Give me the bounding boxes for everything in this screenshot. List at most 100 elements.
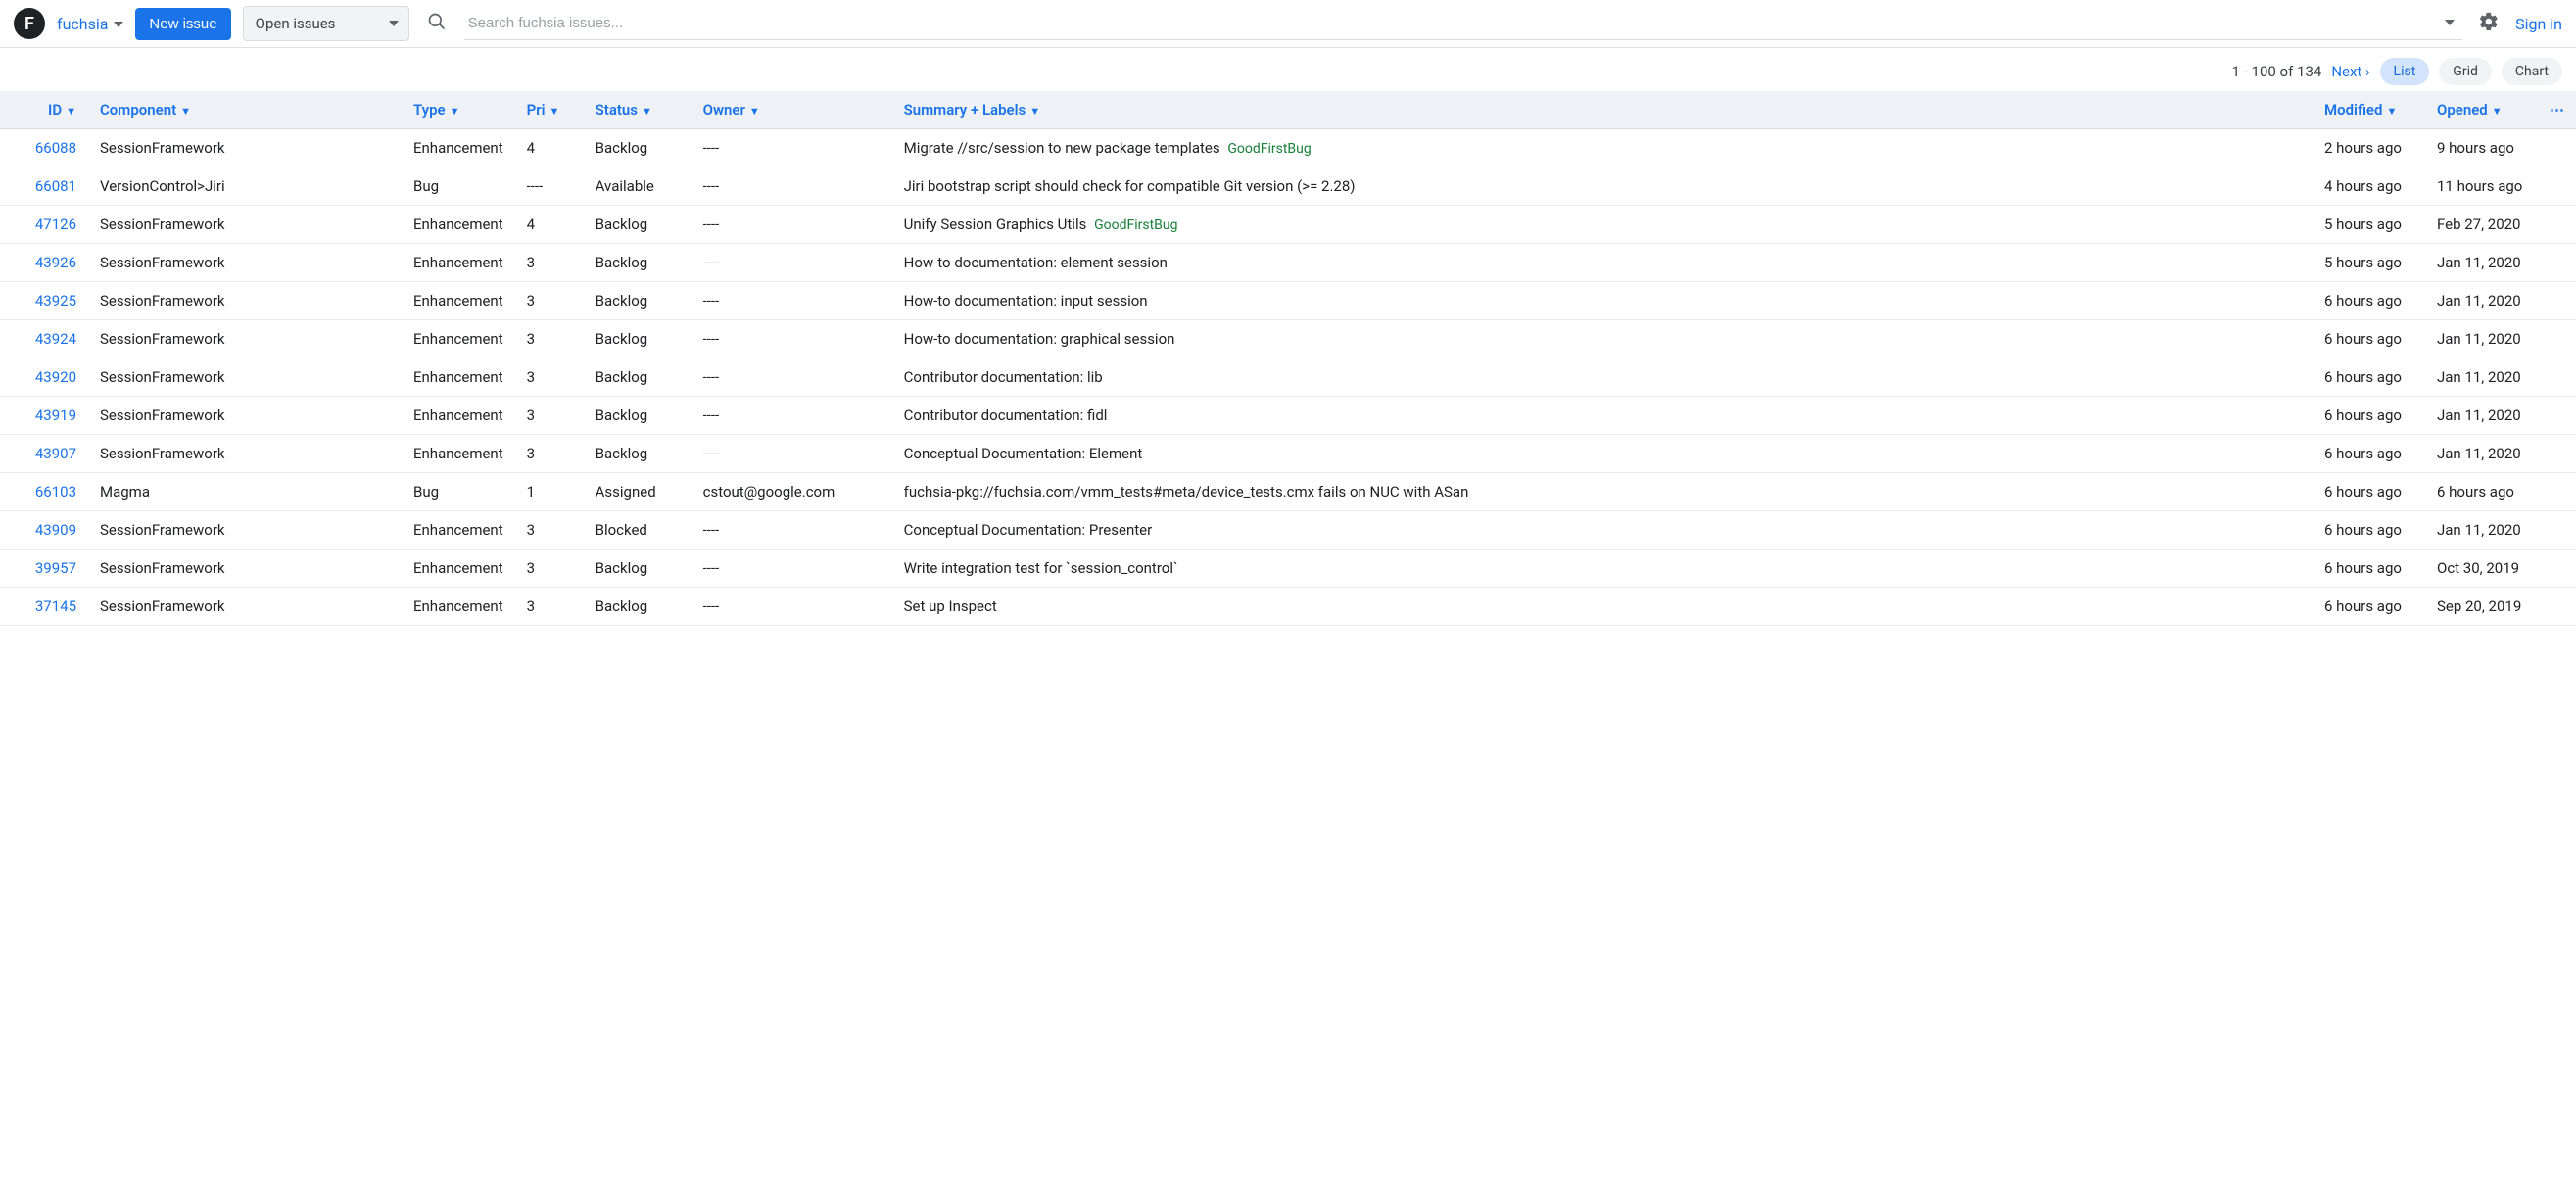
- pager-text: 1 - 100 of 134: [2232, 63, 2322, 80]
- cell-id: 43924: [0, 320, 88, 358]
- summary-text: How-to documentation: graphical session: [904, 330, 1175, 348]
- issue-filter-select[interactable]: Open issues: [243, 6, 409, 41]
- cell-component: SessionFramework: [88, 588, 402, 626]
- col-header-summary[interactable]: Summary + Labels▼: [892, 91, 2313, 129]
- view-grid-button[interactable]: Grid: [2439, 58, 2492, 85]
- label-chip[interactable]: GoodFirstBug: [1227, 141, 1311, 157]
- col-header-owner[interactable]: Owner▼: [692, 91, 892, 129]
- cell-modified: 6 hours ago: [2313, 511, 2425, 550]
- cell-id: 39957: [0, 550, 88, 588]
- cell-status: Backlog: [584, 129, 692, 167]
- issues-table: ID▼ Component▼ Type▼ Pri▼ Status▼ Owner▼…: [0, 91, 2576, 626]
- table-header-row: ID▼ Component▼ Type▼ Pri▼ Status▼ Owner▼…: [0, 91, 2576, 129]
- search-input[interactable]: [464, 7, 2462, 40]
- cell-more: [2538, 282, 2576, 320]
- table-row[interactable]: 66103MagmaBug1Assignedcstout@google.comf…: [0, 473, 2576, 511]
- cell-owner: ----: [692, 397, 892, 435]
- col-header-id[interactable]: ID▼: [0, 91, 88, 129]
- table-row[interactable]: 43925SessionFrameworkEnhancement3Backlog…: [0, 282, 2576, 320]
- cell-owner: cstout@google.com: [692, 473, 892, 511]
- view-chart-button[interactable]: Chart: [2502, 58, 2562, 85]
- caret-down-icon: ▼: [180, 105, 191, 118]
- table-row[interactable]: 43919SessionFrameworkEnhancement3Backlog…: [0, 397, 2576, 435]
- cell-component: SessionFramework: [88, 282, 402, 320]
- cell-opened: Jan 11, 2020: [2425, 320, 2538, 358]
- caret-down-icon[interactable]: [2445, 16, 2455, 31]
- cell-modified: 6 hours ago: [2313, 320, 2425, 358]
- cell-summary: Contributor documentation: fidl: [892, 397, 2313, 435]
- project-logo[interactable]: F: [14, 8, 45, 39]
- cell-component: SessionFramework: [88, 511, 402, 550]
- cell-component: SessionFramework: [88, 358, 402, 397]
- table-row[interactable]: 66081VersionControl>JiriBug----Available…: [0, 167, 2576, 206]
- cell-summary: fuchsia-pkg://fuchsia.com/vmm_tests#meta…: [892, 473, 2313, 511]
- new-issue-button[interactable]: New issue: [135, 8, 230, 40]
- cell-id: 37145: [0, 588, 88, 626]
- project-selector[interactable]: fuchsia: [57, 15, 123, 33]
- view-list-button[interactable]: List: [2380, 58, 2430, 85]
- issue-id-link[interactable]: 43925: [35, 292, 76, 310]
- cell-opened: Jan 11, 2020: [2425, 358, 2538, 397]
- issue-id-link[interactable]: 39957: [35, 559, 76, 577]
- cell-type: Enhancement: [402, 129, 515, 167]
- issue-id-link[interactable]: 43920: [35, 368, 76, 386]
- issue-id-link[interactable]: 37145: [35, 598, 76, 615]
- col-header-type[interactable]: Type▼: [402, 91, 515, 129]
- col-header-modified[interactable]: Modified▼: [2313, 91, 2425, 129]
- issue-id-link[interactable]: 43907: [35, 445, 76, 462]
- issue-id-link[interactable]: 43926: [35, 254, 76, 271]
- table-row[interactable]: 43926SessionFrameworkEnhancement3Backlog…: [0, 244, 2576, 282]
- table-row[interactable]: 43920SessionFrameworkEnhancement3Backlog…: [0, 358, 2576, 397]
- cell-opened: Jan 11, 2020: [2425, 397, 2538, 435]
- summary-text: Set up Inspect: [904, 598, 997, 615]
- issue-id-link[interactable]: 66088: [35, 139, 76, 157]
- cell-component: SessionFramework: [88, 206, 402, 244]
- cell-opened: 11 hours ago: [2425, 167, 2538, 206]
- table-row[interactable]: 43924SessionFrameworkEnhancement3Backlog…: [0, 320, 2576, 358]
- table-row[interactable]: 37145SessionFrameworkEnhancement3Backlog…: [0, 588, 2576, 626]
- cell-pri: 3: [515, 435, 584, 473]
- signin-link[interactable]: Sign in: [2515, 15, 2562, 33]
- cell-more: [2538, 129, 2576, 167]
- gear-icon[interactable]: [2474, 7, 2504, 40]
- cell-more: [2538, 511, 2576, 550]
- caret-down-icon: ▼: [749, 105, 760, 118]
- label-chip[interactable]: GoodFirstBug: [1094, 217, 1177, 233]
- issue-id-link[interactable]: 43924: [35, 330, 76, 348]
- cell-owner: ----: [692, 282, 892, 320]
- table-row[interactable]: 43909SessionFrameworkEnhancement3Blocked…: [0, 511, 2576, 550]
- next-page-link[interactable]: Next ›: [2331, 63, 2369, 80]
- cell-type: Enhancement: [402, 397, 515, 435]
- col-header-more[interactable]: ⋯: [2538, 91, 2576, 129]
- cell-status: Assigned: [584, 473, 692, 511]
- cell-owner: ----: [692, 167, 892, 206]
- cell-component: SessionFramework: [88, 435, 402, 473]
- issue-id-link[interactable]: 47126: [35, 215, 76, 233]
- table-row[interactable]: 43907SessionFrameworkEnhancement3Backlog…: [0, 435, 2576, 473]
- issue-id-link[interactable]: 66103: [35, 483, 76, 501]
- cell-opened: Jan 11, 2020: [2425, 511, 2538, 550]
- issue-id-link[interactable]: 43919: [35, 406, 76, 424]
- issue-id-link[interactable]: 43909: [35, 521, 76, 539]
- cell-status: Backlog: [584, 320, 692, 358]
- caret-down-icon: [389, 15, 399, 32]
- issue-id-link[interactable]: 66081: [35, 177, 76, 195]
- cell-pri: 3: [515, 244, 584, 282]
- cell-pri: 3: [515, 550, 584, 588]
- col-header-status[interactable]: Status▼: [584, 91, 692, 129]
- summary-text: fuchsia-pkg://fuchsia.com/vmm_tests#meta…: [904, 483, 1469, 501]
- filter-label: Open issues: [256, 15, 336, 32]
- cell-modified: 6 hours ago: [2313, 435, 2425, 473]
- search-icon: [421, 12, 453, 35]
- col-header-component[interactable]: Component▼: [88, 91, 402, 129]
- table-row[interactable]: 39957SessionFrameworkEnhancement3Backlog…: [0, 550, 2576, 588]
- cell-more: [2538, 320, 2576, 358]
- col-header-pri[interactable]: Pri▼: [515, 91, 584, 129]
- table-row[interactable]: 66088SessionFrameworkEnhancement4Backlog…: [0, 129, 2576, 167]
- cell-owner: ----: [692, 550, 892, 588]
- summary-text: How-to documentation: element session: [904, 254, 1168, 271]
- table-row[interactable]: 47126SessionFrameworkEnhancement4Backlog…: [0, 206, 2576, 244]
- cell-component: VersionControl>Jiri: [88, 167, 402, 206]
- cell-pri: 3: [515, 588, 584, 626]
- col-header-opened[interactable]: Opened▼: [2425, 91, 2538, 129]
